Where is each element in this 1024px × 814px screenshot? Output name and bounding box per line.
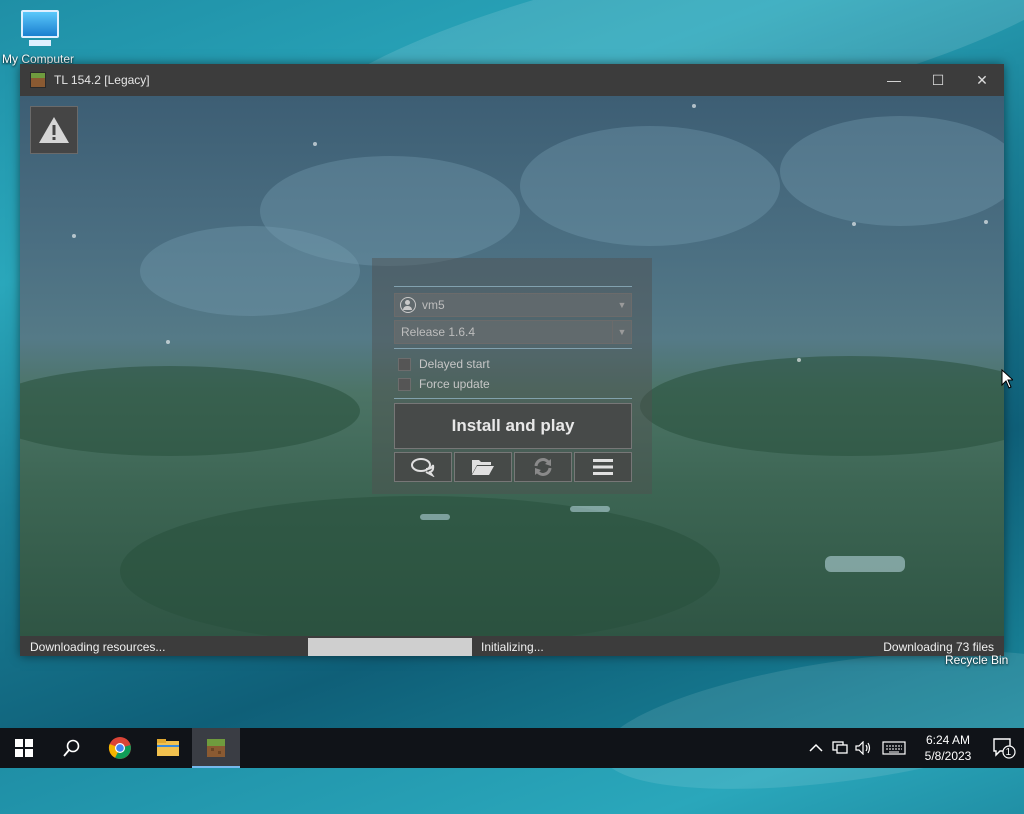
network-icon bbox=[832, 741, 848, 754]
tlauncher-logo-icon bbox=[30, 72, 46, 88]
snow-particle bbox=[984, 220, 988, 224]
status-resources: Downloading resources... bbox=[30, 640, 166, 654]
network-button[interactable] bbox=[828, 741, 852, 755]
chrome-taskbar-button[interactable] bbox=[96, 728, 144, 768]
menu-icon bbox=[593, 459, 613, 475]
version-select[interactable]: Release 1.6.4 ▼ bbox=[394, 320, 632, 344]
search-button[interactable] bbox=[48, 728, 96, 768]
cloud bbox=[140, 226, 360, 316]
force-update-option[interactable]: Force update bbox=[394, 374, 632, 394]
chrome-icon bbox=[108, 737, 131, 759]
status-bar: Downloading resources... Initializing...… bbox=[20, 636, 1004, 656]
chat-button[interactable] bbox=[394, 452, 452, 482]
start-button[interactable] bbox=[0, 728, 48, 768]
delayed-start-label: Delayed start bbox=[419, 357, 490, 371]
snow-particle bbox=[166, 340, 170, 344]
divider bbox=[394, 286, 632, 287]
search-icon bbox=[63, 739, 80, 757]
divider bbox=[394, 348, 632, 349]
force-update-label: Force update bbox=[419, 377, 490, 391]
water-patch bbox=[420, 514, 450, 520]
hill bbox=[640, 356, 1004, 456]
action-center-button[interactable]: 1 bbox=[984, 737, 1024, 759]
close-button[interactable]: ✕ bbox=[960, 64, 1004, 96]
status-download-count: Downloading 73 files bbox=[883, 640, 994, 654]
snow-particle bbox=[692, 104, 696, 108]
version-name: Release 1.6.4 bbox=[401, 325, 476, 339]
water-patch bbox=[825, 556, 905, 572]
chevron-up-icon bbox=[809, 743, 823, 752]
snow-particle bbox=[72, 234, 76, 238]
computer-icon bbox=[21, 10, 59, 46]
minimize-button[interactable]: — bbox=[872, 64, 916, 96]
refresh-button[interactable] bbox=[514, 452, 572, 482]
launcher-window[interactable]: TL 154.2 [Legacy] — ☐ ✕ vm5 ▼ Release 1.… bbox=[20, 64, 1004, 656]
clock[interactable]: 6:24 AM 5/8/2023 bbox=[912, 732, 984, 764]
progress-bar bbox=[308, 638, 472, 656]
user-icon bbox=[400, 297, 416, 313]
clock-time: 6:24 AM bbox=[925, 733, 971, 747]
hill bbox=[20, 366, 360, 456]
tool-row bbox=[394, 452, 632, 482]
login-panel: vm5 ▼ Release 1.6.4 ▼ Delayed start Forc… bbox=[372, 258, 652, 494]
divider bbox=[394, 398, 632, 399]
system-tray: 6:24 AM 5/8/2023 1 bbox=[804, 728, 1024, 768]
background-scene: vm5 ▼ Release 1.6.4 ▼ Delayed start Forc… bbox=[20, 96, 1004, 636]
notification-count: 1 bbox=[1005, 747, 1011, 758]
warning-button[interactable] bbox=[30, 106, 78, 154]
delayed-start-option[interactable]: Delayed start bbox=[394, 354, 632, 374]
chat-icon bbox=[411, 458, 435, 477]
water-patch bbox=[570, 506, 610, 512]
tlauncher-icon bbox=[207, 739, 225, 757]
cloud bbox=[780, 116, 1004, 226]
title-bar[interactable]: TL 154.2 [Legacy] — ☐ ✕ bbox=[20, 64, 1004, 96]
snow-particle bbox=[852, 222, 856, 226]
tlauncher-taskbar-button[interactable] bbox=[192, 728, 240, 768]
chevron-down-icon[interactable]: ▼ bbox=[612, 321, 631, 343]
taskbar: 6:24 AM 5/8/2023 1 bbox=[0, 728, 1024, 768]
notification-icon bbox=[993, 738, 1016, 759]
show-hidden-icons-button[interactable] bbox=[804, 743, 828, 753]
menu-button[interactable] bbox=[574, 452, 632, 482]
snow-particle bbox=[797, 358, 801, 362]
account-select[interactable]: vm5 ▼ bbox=[394, 293, 632, 317]
folder-button[interactable] bbox=[454, 452, 512, 482]
volume-icon bbox=[855, 741, 871, 755]
status-initializing: Initializing... bbox=[481, 640, 544, 654]
file-explorer-taskbar-button[interactable] bbox=[144, 728, 192, 768]
warning-icon bbox=[39, 117, 69, 143]
force-update-checkbox[interactable] bbox=[398, 377, 411, 391]
folder-icon bbox=[472, 460, 494, 475]
delayed-start-checkbox[interactable] bbox=[398, 357, 411, 371]
chevron-down-icon: ▼ bbox=[617, 300, 627, 310]
maximize-button[interactable]: ☐ bbox=[916, 64, 960, 96]
window-title: TL 154.2 [Legacy] bbox=[54, 73, 150, 87]
start-icon bbox=[15, 739, 33, 757]
desktop-icon-my-computer[interactable]: My Computer bbox=[2, 10, 78, 66]
clock-date: 5/8/2023 bbox=[924, 749, 972, 763]
file-explorer-icon bbox=[157, 739, 179, 756]
mouse-cursor-icon bbox=[1001, 369, 1013, 389]
keyboard-icon bbox=[882, 741, 906, 755]
account-name: vm5 bbox=[422, 298, 445, 312]
keyboard-button[interactable] bbox=[876, 741, 912, 755]
install-and-play-button[interactable]: Install and play bbox=[394, 403, 632, 449]
snow-particle bbox=[313, 142, 317, 146]
volume-button[interactable] bbox=[852, 741, 876, 755]
refresh-icon bbox=[534, 458, 552, 476]
cloud bbox=[520, 126, 780, 246]
recycle-bin-label[interactable]: Recycle Bin bbox=[945, 653, 1008, 667]
